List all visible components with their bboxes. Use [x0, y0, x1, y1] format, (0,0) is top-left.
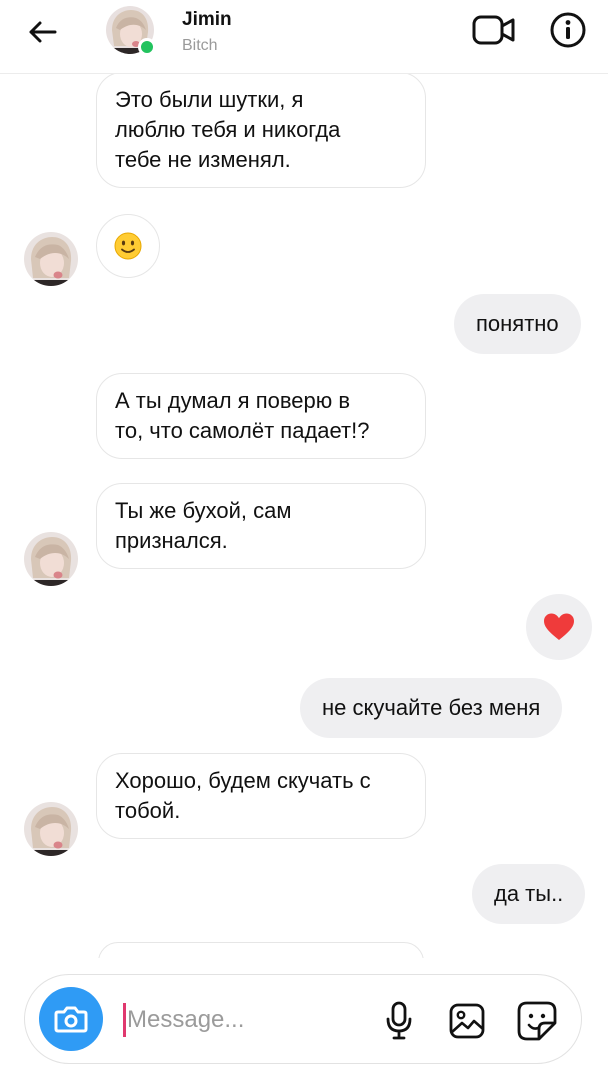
outgoing-message[interactable]: не скучайте без меня [300, 678, 563, 738]
message-input[interactable] [127, 999, 337, 1041]
chat-screen: Jimin Bitch Это были шутки, я люблю тебя… [0, 0, 608, 1080]
outgoing-message[interactable]: да ты.. [472, 864, 586, 924]
video-call-button[interactable] [470, 10, 518, 50]
sticker-button[interactable] [515, 999, 559, 1043]
image-icon [449, 1003, 485, 1039]
gallery-button[interactable] [447, 1001, 487, 1041]
camera-icon [54, 1006, 88, 1033]
online-status-dot [138, 38, 156, 56]
incoming-emoji-message[interactable] [96, 214, 160, 278]
avatar[interactable] [24, 232, 78, 286]
contact-status: Bitch [182, 37, 218, 54]
outgoing-message[interactable]: понятно [454, 294, 581, 354]
back-button[interactable] [22, 12, 62, 52]
avatar[interactable] [24, 532, 78, 586]
info-icon [550, 12, 586, 48]
incoming-message[interactable]: Хорошо, будем скучать с тобой. [96, 753, 426, 839]
slightly-smiling-face-icon [114, 232, 142, 260]
sticker-icon [517, 1001, 557, 1041]
heart-icon [544, 613, 574, 640]
microphone-icon [386, 1001, 412, 1040]
contact-avatar-button[interactable] [106, 6, 158, 58]
voice-message-button[interactable] [381, 999, 417, 1043]
incoming-message[interactable]: Это были шутки, я люблю тебя и никогда т… [96, 72, 426, 188]
incoming-message[interactable]: Ты же бухой, сам признался. [96, 483, 426, 569]
video-camera-icon [472, 15, 515, 45]
avatar[interactable] [24, 802, 78, 856]
arrow-left-icon [29, 21, 57, 43]
incoming-message[interactable]: А ты думал я поверю в то, что самолёт па… [96, 373, 426, 459]
outgoing-heart-message[interactable] [526, 594, 592, 660]
contact-name[interactable]: Jimin [182, 9, 232, 31]
text-cursor [123, 1003, 126, 1037]
chat-header: Jimin Bitch [0, 0, 608, 74]
info-button[interactable] [546, 8, 590, 52]
message-composer [24, 974, 582, 1064]
camera-button[interactable] [39, 987, 103, 1051]
